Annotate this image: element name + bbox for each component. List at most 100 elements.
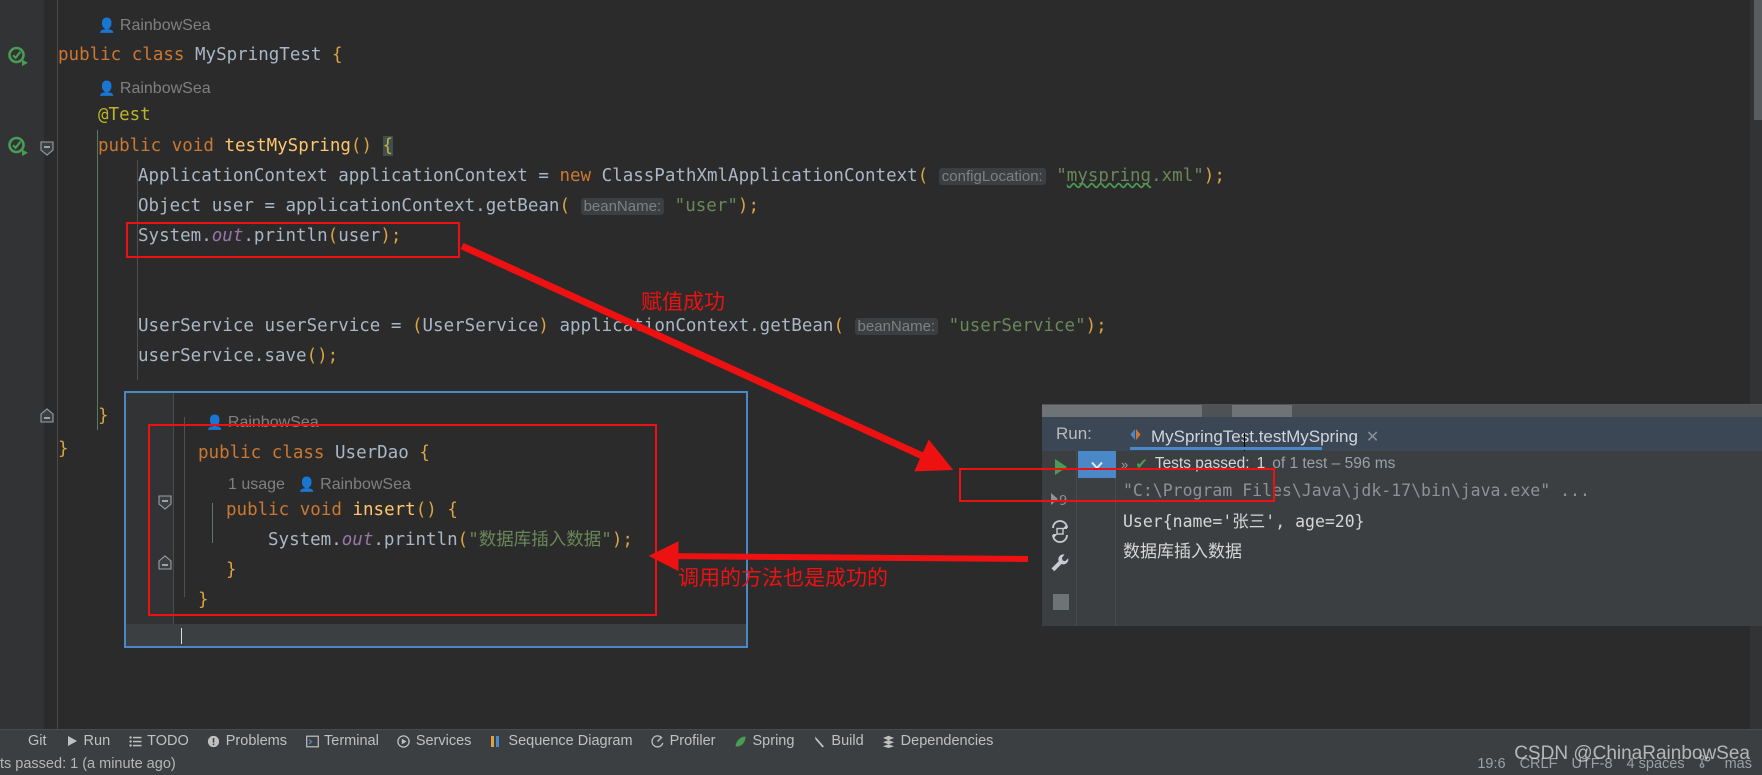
- annot-method-ok: 调用的方法也是成功的: [678, 567, 888, 590]
- console-command-line: "C:\Program Files\Java\jdk-17\bin\java.e…: [1123, 481, 1590, 500]
- tests-passed-label: Tests passed:: [1154, 455, 1250, 472]
- dao-line-class-close: }: [198, 590, 209, 610]
- console-output-user: User{name='张三', age=20}: [1123, 512, 1365, 531]
- code-line-class-decl: public class MySpringTest {: [58, 45, 343, 65]
- tab-segment[interactable]: [1402, 405, 1500, 417]
- line-separator[interactable]: CRLF: [1520, 756, 1558, 772]
- dao-fold-expand-icon[interactable]: [158, 555, 172, 570]
- userdao-gutter: [126, 393, 174, 646]
- annot-assign-ok: 赋值成功: [641, 291, 725, 314]
- run-window-sidebar[interactable]: 9: [1042, 451, 1077, 626]
- dao-inlay-author: 👤 RainbowSea: [206, 414, 319, 431]
- profiler-icon: [651, 734, 665, 748]
- editor-gutter-strip: [44, 0, 58, 730]
- status-bar[interactable]: ts passed: 1 (a minute ago) 19:6 CRLF UT…: [0, 752, 1762, 775]
- dao-line-class-decl: public class UserDao {: [198, 443, 430, 463]
- tool-build[interactable]: Build: [803, 730, 872, 753]
- branch-icon[interactable]: [1699, 755, 1711, 772]
- bottom-tool-window-bar[interactable]: Git Run TODO Problems Terminal Services …: [0, 729, 1762, 752]
- tool-spring[interactable]: Spring: [725, 730, 804, 753]
- tests-passed-suffix: of 1 test – 596 ms: [1272, 455, 1396, 472]
- indent-setting[interactable]: 4 spaces: [1627, 756, 1685, 772]
- close-icon[interactable]: ✕: [1366, 427, 1379, 447]
- tool-run[interactable]: Run: [56, 730, 120, 753]
- file-encoding[interactable]: UTF-8: [1571, 756, 1612, 772]
- tab-segment[interactable]: [1042, 405, 1292, 417]
- rerun-failed-tests-button[interactable]: [1048, 519, 1072, 543]
- dao-line-println: System.out.println("数据库插入数据");: [268, 530, 633, 550]
- console-output-insert: 数据库插入数据: [1123, 542, 1242, 561]
- tool-spring-label: Spring: [752, 733, 795, 749]
- dao-text-caret: [181, 628, 182, 644]
- tool-todo-label: TODO: [147, 733, 189, 749]
- fold-expand-icon[interactable]: [40, 408, 54, 423]
- run-test-class-icon[interactable]: [8, 46, 28, 66]
- userdao-code[interactable]: 👤 RainbowSea public class UserDao { 1 us…: [182, 397, 746, 646]
- tool-build-label: Build: [831, 733, 864, 749]
- run-tab-active-underline: [1130, 447, 1322, 450]
- tab-segment[interactable]: [1300, 405, 1396, 417]
- dao-fold-collapse-icon[interactable]: [158, 495, 172, 510]
- branch-name[interactable]: mas: [1725, 756, 1752, 772]
- code-line-method-decl: public void testMySpring() {: [98, 136, 394, 156]
- editor-scrollbar-thumb[interactable]: [1754, 0, 1762, 120]
- build-icon: [812, 734, 826, 748]
- tool-git[interactable]: Git: [0, 730, 56, 753]
- expand-chevron-icon[interactable]: »: [1121, 457, 1128, 472]
- spring-icon: [734, 734, 748, 748]
- run-tabs-strip: [1042, 405, 1762, 417]
- collapse-output-chevron-icon[interactable]: [1078, 451, 1116, 478]
- run-console[interactable]: » ✔ Tests passed: 1 of 1 test – 596 ms "…: [1117, 451, 1762, 626]
- tool-problems-label: Problems: [225, 733, 288, 749]
- dao-line-method-close: }: [226, 560, 237, 580]
- tool-todo[interactable]: TODO: [119, 730, 198, 753]
- status-right-group[interactable]: 19:6 CRLF UTF-8 4 spaces mas: [1477, 755, 1752, 772]
- tool-dependencies[interactable]: Dependencies: [873, 730, 1003, 753]
- dependencies-icon: [882, 734, 896, 748]
- tool-problems[interactable]: Problems: [198, 730, 296, 753]
- tool-git-label: Git: [28, 733, 47, 749]
- rerun-button[interactable]: [1048, 455, 1072, 479]
- run-icon: [65, 734, 79, 748]
- tool-profiler[interactable]: Profiler: [642, 730, 725, 753]
- terminal-icon: [305, 734, 319, 748]
- settings-wrench-button[interactable]: [1048, 551, 1072, 575]
- run-window-header: Run: MySpringTest.testMySpring ✕: [1042, 417, 1762, 455]
- status-message: ts passed: 1 (a minute ago): [0, 755, 176, 772]
- check-icon: ✔: [1135, 456, 1148, 473]
- intellij-idea-window: 👤 RainbowSea public class MySpringTest {…: [0, 0, 1762, 775]
- userdao-preview-panel[interactable]: 👤 RainbowSea public class UserDao { 1 us…: [124, 391, 748, 648]
- git-icon: [9, 734, 23, 748]
- tool-profiler-label: Profiler: [669, 733, 716, 749]
- todo-icon: [128, 734, 142, 748]
- code-line-object-user: Object user = applicationContext.getBean…: [138, 196, 759, 216]
- tab-gap: [1202, 405, 1232, 417]
- run-config-icon: [1128, 427, 1143, 447]
- editor-gutter[interactable]: [0, 0, 44, 730]
- run-window-label: Run:: [1056, 424, 1092, 443]
- caret-position[interactable]: 19:6: [1477, 756, 1505, 772]
- run-tab-title: MySpringTest.testMySpring: [1151, 426, 1358, 446]
- toggle-output-button[interactable]: 9: [1048, 487, 1072, 511]
- code-line-println-user: System.out.println(user);: [138, 226, 402, 246]
- problems-icon: [207, 734, 221, 748]
- svg-text:9: 9: [1059, 494, 1067, 509]
- tool-dependencies-label: Dependencies: [900, 733, 994, 749]
- tests-passed-count: 1: [1256, 455, 1266, 472]
- sequence-diagram-icon: [489, 734, 503, 748]
- fold-collapse-icon[interactable]: [40, 141, 54, 156]
- dao-line-method-decl: public void insert() {: [226, 500, 458, 520]
- run-tool-window[interactable]: Run: MySpringTest.testMySpring ✕ 9 » ✔ T…: [1042, 404, 1762, 626]
- tool-services-label: Services: [415, 733, 472, 749]
- tool-terminal[interactable]: Terminal: [296, 730, 388, 753]
- code-line-class-close: }: [58, 439, 69, 459]
- stop-button[interactable]: [1048, 589, 1074, 615]
- code-line-save-call: userService.save();: [138, 346, 339, 366]
- tests-status-row: » ✔ Tests passed: 1 of 1 test – 596 ms: [1117, 451, 1762, 477]
- code-line-method-close: }: [98, 406, 109, 426]
- tool-services[interactable]: Services: [388, 730, 481, 753]
- tool-sequence-diagram-label: Sequence Diagram: [508, 733, 633, 749]
- tool-sequence-diagram[interactable]: Sequence Diagram: [480, 730, 641, 753]
- code-line-userservice: UserService userService = (UserService) …: [138, 316, 1107, 336]
- run-test-method-icon[interactable]: [8, 136, 28, 156]
